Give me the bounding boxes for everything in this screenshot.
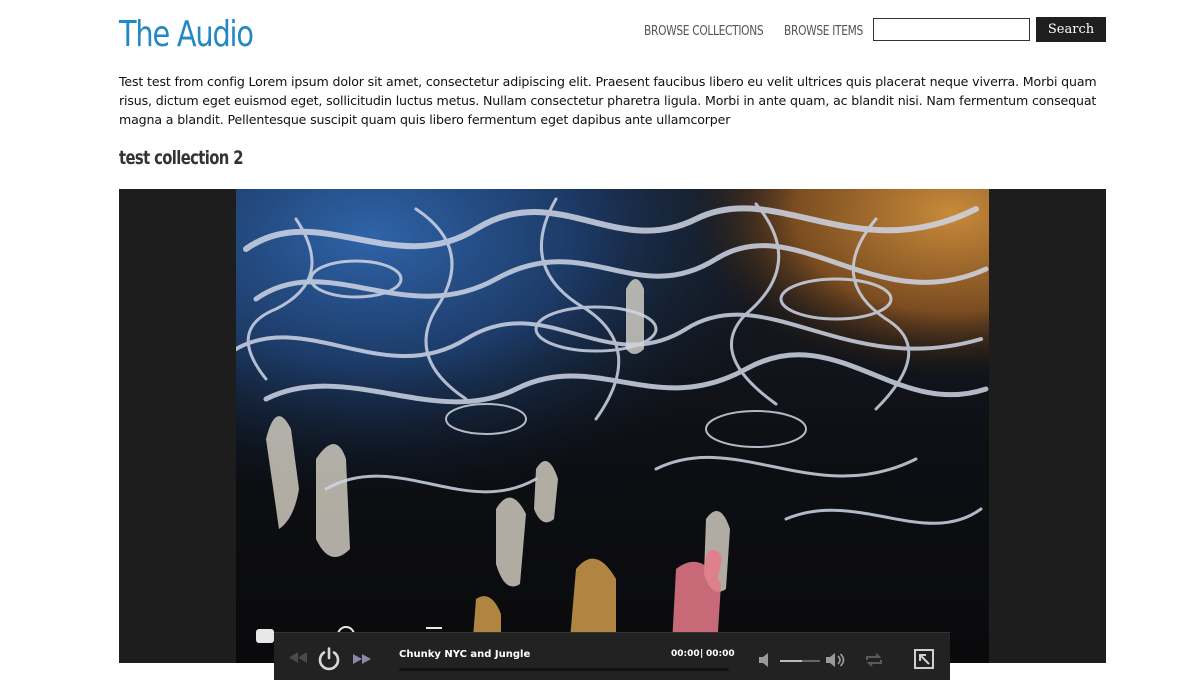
progress-bar[interactable] bbox=[399, 668, 729, 671]
time-separator: | bbox=[700, 649, 704, 659]
site-title[interactable]: The Audio bbox=[119, 12, 254, 58]
collection-title: test collection 2 bbox=[119, 147, 244, 169]
collection-artwork bbox=[236, 189, 989, 663]
search-input[interactable] bbox=[873, 18, 1030, 41]
power-icon[interactable] bbox=[316, 646, 342, 672]
repeat-icon[interactable] bbox=[864, 653, 884, 667]
nav-browse-collections[interactable]: BROWSE COLLECTIONS bbox=[644, 22, 764, 42]
nav-browse-items[interactable]: BROWSE ITEMS bbox=[784, 22, 863, 42]
volume-fill bbox=[780, 660, 802, 662]
audio-player: Chunky NYC and Jungle 00:00 | 00:00 bbox=[274, 632, 950, 680]
current-time: 00:00 bbox=[671, 649, 700, 659]
volume-low-icon[interactable] bbox=[758, 652, 774, 668]
collection-description: Test test from config Lorem ipsum dolor … bbox=[119, 74, 1097, 127]
track-title: Chunky NYC and Jungle bbox=[399, 649, 531, 660]
main-nav: BROWSE COLLECTIONS BROWSE ITEMS bbox=[644, 22, 880, 42]
volume-high-icon[interactable] bbox=[825, 652, 845, 668]
popout-icon[interactable] bbox=[914, 649, 934, 669]
search-button[interactable]: Search bbox=[1036, 17, 1106, 42]
total-time: 00:00 bbox=[706, 649, 735, 659]
skip-back-icon[interactable] bbox=[288, 652, 308, 663]
skip-forward-icon[interactable] bbox=[353, 654, 371, 664]
media-stage bbox=[119, 189, 1106, 663]
volume-slider[interactable] bbox=[780, 660, 820, 662]
